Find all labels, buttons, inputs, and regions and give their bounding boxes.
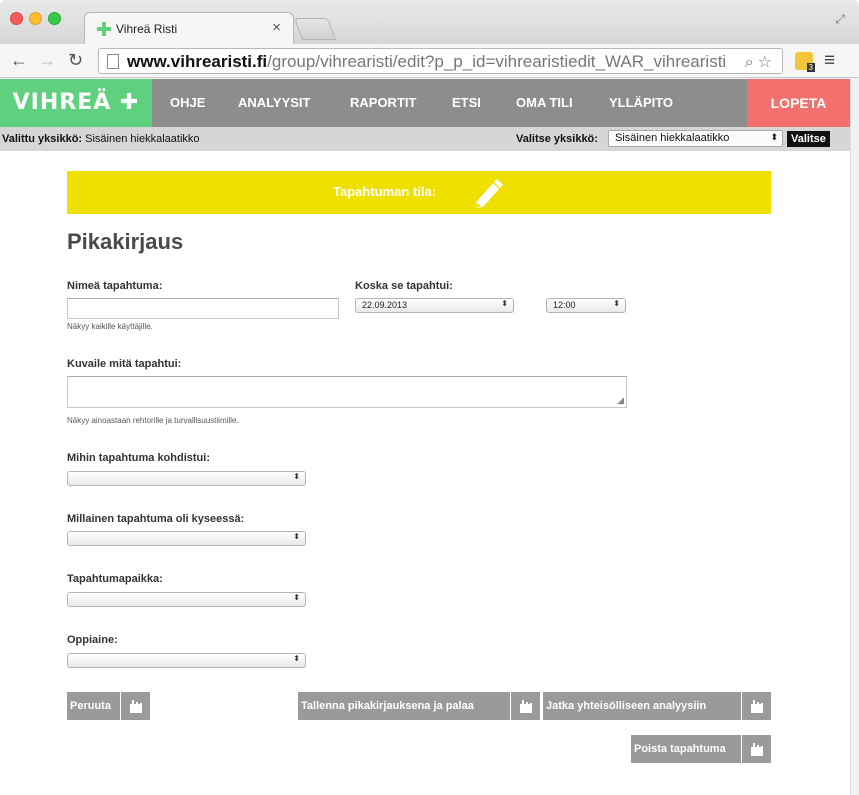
browser-toolbar: ← → ↻ www.vihrearisti.fi/group/vihrearis… bbox=[0, 44, 859, 78]
page-scrollbar[interactable] bbox=[850, 79, 859, 795]
nav-item-etsi[interactable]: ETSI bbox=[452, 79, 481, 127]
continue-analysis-button[interactable]: Jatka yhteisölliseen analyysiin bbox=[543, 692, 771, 720]
event-target-select[interactable]: ⬍ bbox=[67, 471, 306, 486]
select-arrow-icon: ⬍ bbox=[293, 593, 300, 602]
address-bar[interactable]: www.vihrearisti.fi/group/vihrearisti/edi… bbox=[98, 48, 783, 74]
tab-close-icon[interactable]: × bbox=[272, 19, 281, 36]
event-description-label: Kuvaile mitä tapahtui: bbox=[67, 358, 182, 370]
subject-label: Oppiaine: bbox=[67, 634, 118, 646]
logout-button[interactable]: LOPETA bbox=[747, 79, 850, 127]
event-name-label: Nimeä tapahtuma: bbox=[67, 280, 163, 292]
resize-grip-icon[interactable]: ◢ bbox=[617, 395, 624, 406]
zoom-window-button[interactable] bbox=[48, 12, 61, 25]
event-type-select[interactable]: ⬍ bbox=[67, 531, 306, 546]
nav-item-raportit[interactable]: RAPORTIT bbox=[350, 79, 416, 127]
reload-icon[interactable]: ↻ bbox=[68, 50, 83, 70]
unit-select[interactable]: Sisäinen hiekkalaatikko ⬍ bbox=[608, 130, 783, 147]
hand-pointer-icon bbox=[741, 735, 771, 763]
event-name-input[interactable] bbox=[67, 298, 339, 319]
event-status-label: Tapahtuman tila: bbox=[333, 184, 437, 199]
green-cross-icon bbox=[97, 22, 111, 36]
nav-item-yllapito[interactable]: YLLÄPITO bbox=[609, 79, 673, 127]
event-date-select[interactable]: 22.09.2013 ⬍ bbox=[355, 298, 514, 313]
fullscreen-icon[interactable]: ⤢ bbox=[835, 12, 845, 27]
extension-icon[interactable]: 3 bbox=[795, 52, 815, 72]
select-arrow-icon: ⬍ bbox=[293, 532, 300, 541]
event-time-select[interactable]: 12:00 ⬍ bbox=[546, 298, 626, 313]
close-window-button[interactable] bbox=[10, 12, 23, 25]
save-quick-entry-button[interactable]: Tallenna pikakirjauksena ja palaa bbox=[298, 692, 540, 720]
back-arrow-icon[interactable]: ← bbox=[10, 50, 28, 70]
tab-title: Vihreä Risti bbox=[116, 22, 178, 36]
select-arrow-icon: ⬍ bbox=[293, 654, 300, 663]
event-place-label: Tapahtumapaikka: bbox=[67, 573, 163, 585]
event-description-textarea[interactable]: ◢ bbox=[67, 376, 627, 408]
page-title: Pikakirjaus bbox=[67, 229, 184, 254]
unit-bar: Valittu yksikkö: Sisäinen hiekkalaatikko… bbox=[0, 127, 850, 151]
hand-pointer-icon bbox=[510, 692, 540, 720]
url-text[interactable]: www.vihrearisti.fi/group/vihrearisti/edi… bbox=[127, 52, 727, 72]
event-place-select[interactable]: ⬍ bbox=[67, 592, 306, 607]
site-logo[interactable]: VIHREÄ ✚ RISTI bbox=[0, 79, 152, 163]
browser-tab[interactable]: Vihreä Risti × bbox=[84, 12, 294, 44]
event-description-hint: Näkyy ainoastaan rehtorille ja turvallis… bbox=[67, 416, 239, 425]
unit-select-label: Valitse yksikkö: bbox=[516, 133, 598, 145]
top-navigation: VIHREÄ ✚ RISTI OHJE ANALYYSIT RAPORTIT E… bbox=[0, 79, 850, 163]
select-arrow-icon: ⬍ bbox=[501, 299, 508, 308]
search-star-icons[interactable]: ⌕☆ bbox=[745, 52, 776, 72]
website-content: VIHREÄ ✚ RISTI OHJE ANALYYSIT RAPORTIT E… bbox=[0, 79, 850, 795]
delete-event-button[interactable]: Poista tapahtuma bbox=[631, 735, 771, 763]
new-tab-button[interactable] bbox=[293, 18, 337, 40]
nav-item-oma-tili[interactable]: OMA TILI bbox=[516, 79, 573, 127]
nav-item-ohje[interactable]: OHJE bbox=[170, 79, 205, 127]
select-arrow-icon: ⬍ bbox=[293, 472, 300, 481]
minimize-window-button[interactable] bbox=[29, 12, 42, 25]
forward-arrow-icon[interactable]: → bbox=[38, 50, 56, 70]
select-arrow-icon: ⬍ bbox=[770, 132, 778, 142]
event-name-hint: Näkyy kaikille käyttäjille. bbox=[67, 322, 153, 331]
hand-pointer-icon bbox=[120, 692, 150, 720]
page-icon bbox=[107, 54, 119, 69]
current-unit: Valittu yksikkö: Sisäinen hiekkalaatikko bbox=[2, 133, 200, 145]
event-type-label: Millainen tapahtuma oli kyseessä: bbox=[67, 513, 245, 525]
cancel-button[interactable]: Peruuta bbox=[67, 692, 150, 720]
browser-titlebar: Vihreä Risti × ⤢ bbox=[0, 0, 859, 44]
nav-item-analyysit[interactable]: ANALYYSIT bbox=[238, 79, 310, 127]
event-when-label: Koska se tapahtui: bbox=[355, 280, 453, 292]
select-arrow-icon: ⬍ bbox=[613, 299, 620, 308]
browser-window: Vihreä Risti × ⤢ ← → ↻ www.vihrearisti.f… bbox=[0, 0, 859, 795]
menu-icon[interactable]: ≡ bbox=[824, 50, 835, 72]
event-target-label: Mihin tapahtuma kohdistui: bbox=[67, 452, 210, 464]
select-unit-button[interactable]: Valitse bbox=[787, 131, 830, 147]
subject-select[interactable]: ⬍ bbox=[67, 653, 306, 668]
pencil-icon[interactable] bbox=[471, 177, 505, 209]
hand-pointer-icon bbox=[741, 692, 771, 720]
event-status-banner: Tapahtuman tila: bbox=[67, 171, 771, 214]
